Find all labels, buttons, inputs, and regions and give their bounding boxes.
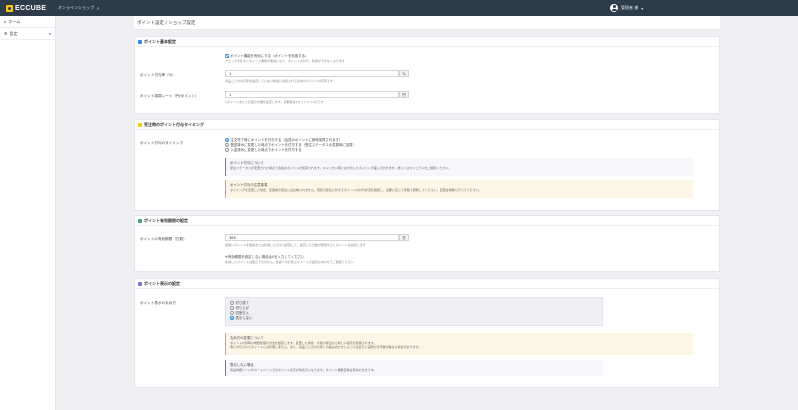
rate-unit: % bbox=[399, 70, 409, 77]
warning-note: ポイント付与の注意事項 タイミングを変更した場合、変更前の受注には反映されません… bbox=[225, 180, 693, 198]
logo-text: ECCUBE bbox=[15, 4, 47, 12]
warning-note: 丸め方の変更について ポイント計算時の端数処理の方法を設定します。変更した場合、… bbox=[225, 333, 693, 355]
card-header: ポイント有効期限の設定 bbox=[135, 216, 719, 226]
note-text: 既に付与されたポイントには影響しません。また、商品ごとの付与率との組み合わせによ… bbox=[230, 345, 422, 349]
conversion-label: ポイント換算レート（円/ポイント） bbox=[140, 94, 199, 98]
order-timing-card: 受注時のポイント付与タイミング ポイント付与のタイミング 注文完了時にポイントを… bbox=[134, 119, 720, 211]
radio[interactable] bbox=[230, 300, 234, 305]
timing-option[interactable]: 入金済みに変更した時点でポイントを付与する bbox=[225, 147, 356, 152]
enable-label: ポイント機能を有効にする（ポイントを利用する） bbox=[230, 54, 309, 58]
radio[interactable] bbox=[225, 147, 229, 152]
page-title: ポイント設定 / ショップ設定 bbox=[137, 21, 196, 26]
info-note: ポイント付与について 受注ステータスが変更された時点で会員のポイントが加算されま… bbox=[225, 158, 693, 176]
expire-subhelp: 失効したポイントは復元できません。会員へのお知らせメールの設定もあわせてご確認く… bbox=[225, 260, 354, 264]
sidebar-item-label: 設定 bbox=[9, 30, 18, 36]
note-text: 商品詳細ページやカートページでのポイント表示が非表示になります。ポイント機能自体… bbox=[230, 368, 377, 372]
chevron-down-icon: ▼ bbox=[48, 31, 51, 36]
settings-icon: ⚙ bbox=[4, 31, 8, 36]
rounding-options: 切り捨て 切り上げ 四捨五入 表示しない bbox=[225, 297, 603, 326]
rounding-option-label: 表示しない bbox=[235, 316, 253, 320]
enable-checkbox[interactable] bbox=[225, 54, 229, 58]
timing-options: 注文完了時にポイントを付与する（会員のポイントに即時加算されます） 発送済みに変… bbox=[225, 137, 356, 152]
home-icon: ⌂ bbox=[4, 19, 7, 24]
external-link-icon: ↗ bbox=[96, 5, 100, 11]
user-circle-icon bbox=[610, 4, 618, 12]
rate-input[interactable]: 1 bbox=[225, 70, 399, 77]
expire-help: 最後にポイントを獲得または利用した日から起算して、設定した日数が経過するとポイン… bbox=[225, 243, 366, 247]
point-settings-card: ポイント基本設定 ポイント機能を有効にする（ポイントを利用する） チェックを外す… bbox=[134, 36, 720, 114]
note-title: ポイント付与の注意事項 bbox=[230, 183, 268, 187]
radio-selected[interactable] bbox=[225, 137, 229, 142]
note-title: 表示しない場合 bbox=[230, 363, 254, 367]
rounding-option[interactable]: 表示しない bbox=[230, 315, 598, 320]
rate-label: ポイント付与率（%） bbox=[140, 73, 176, 77]
expire-label: ポイントの有効期限（日数） bbox=[140, 237, 187, 241]
note-text: タイミングを変更した場合、変更前の受注には反映されません。既存の受注に対するポイ… bbox=[230, 188, 482, 192]
sidebar-item-home[interactable]: ⌂ ホーム bbox=[0, 16, 55, 28]
expiration-card: ポイント有効期限の設定 ポイントの有効期限（日数） 365 日 最後にポイントを… bbox=[134, 215, 720, 272]
expire-subtitle: ※有効期限を設定しない場合は0を入力してください bbox=[225, 255, 305, 259]
logo-icon bbox=[6, 4, 13, 12]
coin-icon bbox=[138, 39, 142, 44]
rate-help: 商品ごとの付与率を設定していない場合に適用される基本のポイント付与率です bbox=[225, 79, 333, 83]
sidebar-item-label: ホーム bbox=[8, 18, 21, 24]
rounding-label: ポイント表示の丸め方 bbox=[140, 301, 176, 305]
expire-value: 365 bbox=[229, 236, 236, 240]
info-note: 表示しない場合 商品詳細ページやカートページでのポイント表示が非表示になります。… bbox=[225, 360, 603, 376]
timing-label: ポイント付与のタイミング bbox=[140, 141, 184, 145]
radio[interactable] bbox=[225, 142, 229, 147]
enable-row: ポイント機能を有効にする（ポイントを利用する） チェックを外すとポイント機能が無… bbox=[225, 53, 345, 63]
top-navbar: ECCUBE オンラインショップ ↗ 管理者 様 ▾ bbox=[0, 0, 798, 16]
conversion-input[interactable]: 1 bbox=[225, 91, 399, 98]
card-title: ポイント基本設定 bbox=[144, 38, 176, 44]
sidebar: ⌂ ホーム ⚙ 設定 ▼ bbox=[0, 16, 56, 410]
note-title: ポイント付与について bbox=[230, 161, 264, 165]
rate-value: 1 bbox=[229, 72, 232, 76]
logo[interactable]: ECCUBE bbox=[6, 3, 46, 13]
display-card: ポイント表示の設定 ポイント表示の丸め方 切り捨て 切り上げ 四捨五入 表示しな… bbox=[134, 278, 720, 388]
note-title: 丸め方の変更について bbox=[230, 336, 264, 340]
conversion-unit: 円 bbox=[399, 91, 409, 98]
card-title: ポイント有効期限の設定 bbox=[144, 217, 188, 223]
timing-option-label: 入金済みに変更した時点でポイントを付与する bbox=[230, 148, 302, 152]
user-menu[interactable]: 管理者 様 ▾ bbox=[610, 3, 643, 13]
shop-link[interactable]: オンラインショップ ↗ bbox=[58, 5, 99, 11]
card-title: 受注時のポイント付与タイミング bbox=[144, 121, 204, 127]
calendar-icon bbox=[138, 218, 142, 223]
sidebar-item-settings[interactable]: ⚙ 設定 ▼ bbox=[0, 28, 55, 40]
enable-help: チェックを外すとポイント機能が無効になり、ポイントの付与・利用ができなくなります bbox=[225, 59, 345, 63]
shop-link-label: オンラインショップ bbox=[58, 5, 94, 10]
card-header: ポイント表示の設定 bbox=[135, 279, 719, 289]
conversion-help: 1ポイントあたりの値引き額を設定します。初期値は1ポイント＝1円です bbox=[225, 100, 324, 104]
card-header: 受注時のポイント付与タイミング bbox=[135, 120, 719, 130]
cart-icon bbox=[138, 122, 142, 127]
chevron-down-icon: ▾ bbox=[641, 5, 644, 11]
user-name: 管理者 様 bbox=[621, 5, 639, 10]
card-header: ポイント基本設定 bbox=[135, 37, 719, 47]
conversion-value: 1 bbox=[229, 93, 232, 97]
eye-icon bbox=[138, 281, 142, 286]
expire-unit: 日 bbox=[399, 234, 409, 241]
card-title: ポイント表示の設定 bbox=[144, 280, 180, 286]
radio-selected[interactable] bbox=[230, 315, 234, 320]
radio[interactable] bbox=[230, 310, 234, 315]
expire-input[interactable]: 365 bbox=[225, 234, 399, 241]
page-header: ポイント設定 / ショップ設定 bbox=[134, 16, 720, 30]
radio[interactable] bbox=[230, 305, 234, 310]
note-text: 受注ステータスが変更された時点で会員のポイントが加算されます。キャンセル時には付… bbox=[230, 166, 452, 170]
